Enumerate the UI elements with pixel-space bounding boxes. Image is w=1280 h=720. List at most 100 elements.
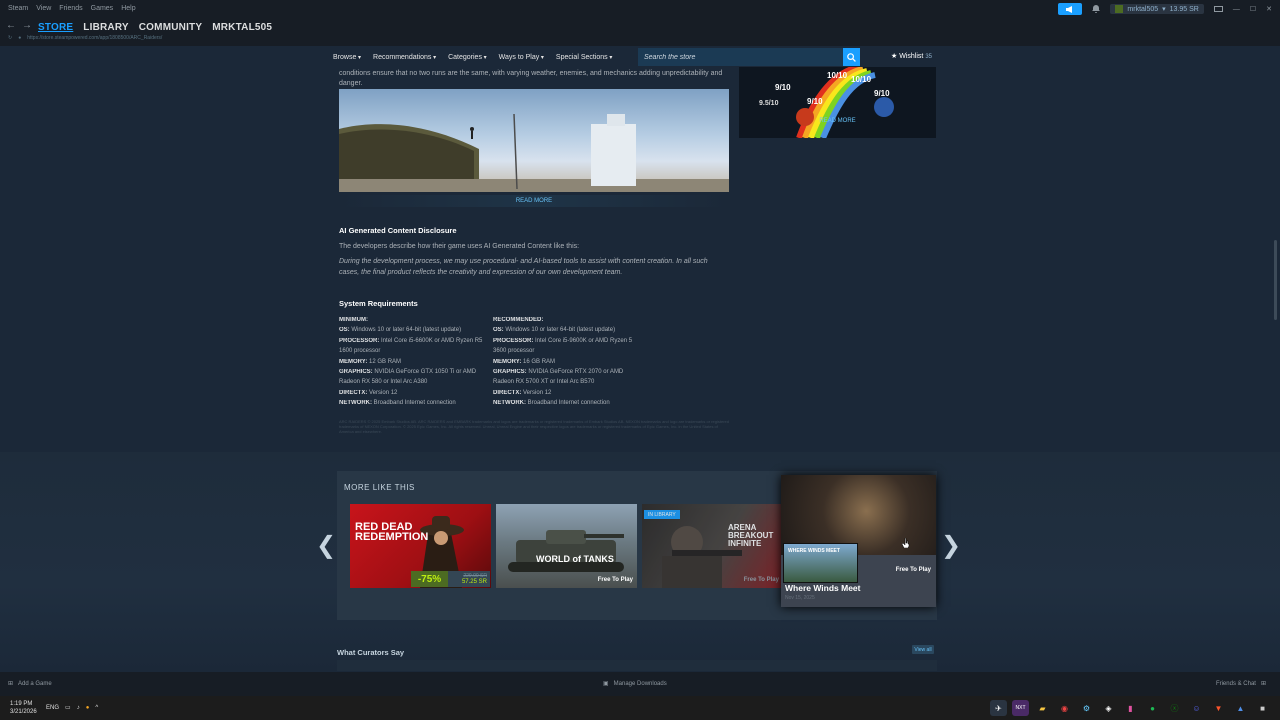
view-menu[interactable]: View <box>36 5 51 12</box>
more-like-this-title: MORE LIKE THIS <box>344 483 415 492</box>
wishlist-button[interactable]: ★ Wishlist 35 <box>891 52 932 60</box>
sysreq-row: DirectX: Version 12 <box>493 389 552 396</box>
back-arrow-icon[interactable]: ← <box>6 20 16 31</box>
brave-icon[interactable]: ▼ <box>1210 700 1227 716</box>
game-capsule-hovered[interactable]: WHERE WINDS MEET Free To Play Where Wind… <box>781 475 936 607</box>
carousel-next-arrow-icon[interactable]: ❯ <box>941 531 961 560</box>
announce-button[interactable] <box>1058 3 1083 15</box>
close-icon[interactable]: ✕ <box>1266 5 1272 13</box>
sysreq-row: Memory: 16 GB RAM <box>493 358 556 365</box>
window-titlebar: Steam View Friends Games Help mrktal505 … <box>0 0 1280 18</box>
recommendations-menu[interactable]: Recommendations <box>373 54 436 61</box>
sysreq-row: Network: Broadband Internet connection <box>493 400 610 407</box>
review-read-more-link[interactable]: READ MORE <box>739 118 936 124</box>
curators-list <box>337 660 937 671</box>
read-more-link[interactable]: READ MORE <box>339 195 729 207</box>
thumb-title: WHERE WINDS MEET <box>788 548 840 554</box>
forward-arrow-icon[interactable]: → <box>22 20 32 31</box>
windows-start-icon[interactable]: ⊞ <box>1276 700 1280 716</box>
avatar <box>1115 5 1124 13</box>
settings-icon[interactable]: ⚙ <box>1078 700 1095 716</box>
manage-downloads-button[interactable]: ▣ Manage Downloads <box>603 680 667 688</box>
categories-menu[interactable]: Categories <box>448 54 487 61</box>
minimize-icon[interactable]: — <box>1233 6 1240 13</box>
price-block: 229.00 SR 57.25 SR <box>448 571 490 587</box>
photos-icon[interactable]: ▲ <box>1232 700 1249 716</box>
carousel-prev-arrow-icon[interactable]: ❮ <box>316 531 336 560</box>
xbox-icon[interactable]: ⓧ <box>1166 700 1183 716</box>
friends-chat-button[interactable]: Friends & Chat ⊞ <box>1215 680 1266 688</box>
special-sections-menu[interactable]: Special Sections <box>556 54 612 61</box>
game-capsule[interactable]: IN LIBRARY ARENA BREAKOUT INFINITE Free … <box>642 504 783 588</box>
free-to-play-label: Free To Play <box>597 577 633 583</box>
monitor-icon[interactable]: ▭ <box>65 704 71 711</box>
add-game-label: Add a Game <box>18 680 52 687</box>
language-indicator[interactable]: ENG <box>46 705 59 711</box>
spotify-icon[interactable]: ● <box>1144 700 1161 716</box>
friends-label: Friends & Chat <box>1215 680 1256 687</box>
capsule-title: RED DEAD REDEMPTION <box>355 521 429 543</box>
steam-app-icon[interactable]: ✈ <box>990 700 1007 716</box>
maximize-icon[interactable]: ☐ <box>1250 5 1256 13</box>
friends-menu[interactable]: Friends <box>59 5 82 12</box>
user-account-menu[interactable]: mrktal505 ▾ 13.95 SR <box>1110 4 1204 14</box>
system-tray: ENG ▭ ♪ ● ^ <box>46 704 98 712</box>
big-picture-icon[interactable] <box>1213 5 1223 13</box>
games-menu[interactable]: Games <box>91 5 114 12</box>
tab-profile[interactable]: MRKTAL505 <box>212 22 272 33</box>
url-text[interactable]: https://store.steampowered.com/app/18085… <box>27 35 162 41</box>
sysreq-row: Memory: 12 GB RAM <box>339 358 402 365</box>
url-bar: ↻ ● https://store.steampowered.com/app/1… <box>8 35 162 41</box>
add-game-button[interactable]: ⊞ Add a Game <box>8 680 52 688</box>
star-icon: ★ <box>891 53 898 60</box>
sysreq-heading: System Requirements <box>339 299 418 308</box>
release-date: Nov 15, 2025 <box>785 595 815 601</box>
view-all-button[interactable]: View all <box>912 645 934 654</box>
ways-to-play-menu[interactable]: Ways to Play <box>499 54 544 61</box>
sysreq-recommended: RECOMMENDED: OS: Windows 10 or later 64-… <box>493 315 641 409</box>
widget-icon[interactable]: ◈ <box>1100 700 1117 716</box>
lock-app-icon[interactable]: ■ <box>1254 700 1271 716</box>
app-tray-icon[interactable]: ● <box>86 705 90 711</box>
search-button[interactable] <box>843 48 860 66</box>
review-score: 10/10 <box>851 75 872 84</box>
free-to-play-label: Free To Play <box>895 567 931 573</box>
reload-icon[interactable]: ↻ <box>8 35 12 41</box>
browse-menu[interactable]: Browse <box>333 54 361 61</box>
sysreq-row: DirectX: Version 12 <box>339 389 398 396</box>
capsule-title: WORLD of TANKS <box>536 554 614 564</box>
sysreq-min-title: MINIMUM: <box>339 317 368 323</box>
chat-icon: ⊞ <box>1260 681 1266 687</box>
tab-store[interactable]: STORE <box>38 22 73 33</box>
scrollbar-track[interactable] <box>1274 48 1278 670</box>
discord-icon[interactable]: ☺ <box>1188 700 1205 716</box>
game-capsule[interactable]: WORLD of TANKS Free To Play <box>496 504 637 588</box>
review-scores-image: 9/10 10/10 10/10 9.5/10 9/10 9/10 <box>739 67 936 138</box>
download-icon: ▣ <box>603 681 609 687</box>
folder-icon[interactable]: ▰ <box>1034 700 1051 716</box>
tab-library[interactable]: LIBRARY <box>83 22 128 33</box>
help-menu[interactable]: Help <box>121 5 135 12</box>
capsule-title: ARENA BREAKOUT INFINITE <box>728 523 774 548</box>
ai-disclosure-quote: During the development process, we may u… <box>339 258 708 276</box>
about-screenshot <box>339 89 729 192</box>
system-clock[interactable]: 1:19 PM 3/21/2026 <box>10 700 37 716</box>
expand-tray-icon[interactable]: ^ <box>95 705 98 711</box>
microphone-icon[interactable]: ♪ <box>77 705 80 711</box>
steam-menu[interactable]: Steam <box>8 5 28 12</box>
bell-icon[interactable] <box>1092 5 1101 13</box>
next-app-icon[interactable]: NXT <box>1012 700 1029 716</box>
hand-cursor-icon <box>902 538 910 548</box>
curators-heading: What Curators Say <box>337 648 405 657</box>
sysreq-rec-title: RECOMMENDED: <box>493 317 544 323</box>
titlebar-right: mrktal505 ▾ 13.95 SR — ☐ ✕ <box>1058 3 1272 15</box>
scrollbar-thumb[interactable] <box>1274 240 1277 320</box>
discount-badge: -75% <box>411 571 448 587</box>
chrome-icon[interactable]: ◉ <box>1056 700 1073 716</box>
history-nav: ← → <box>6 20 32 31</box>
review-score: 9.5/10 <box>759 100 779 107</box>
tab-community[interactable]: COMMUNITY <box>139 22 202 33</box>
app-menu: Steam View Friends Games Help <box>8 5 136 12</box>
search-input[interactable] <box>638 48 843 66</box>
app-icon[interactable]: ▮ <box>1122 700 1139 716</box>
